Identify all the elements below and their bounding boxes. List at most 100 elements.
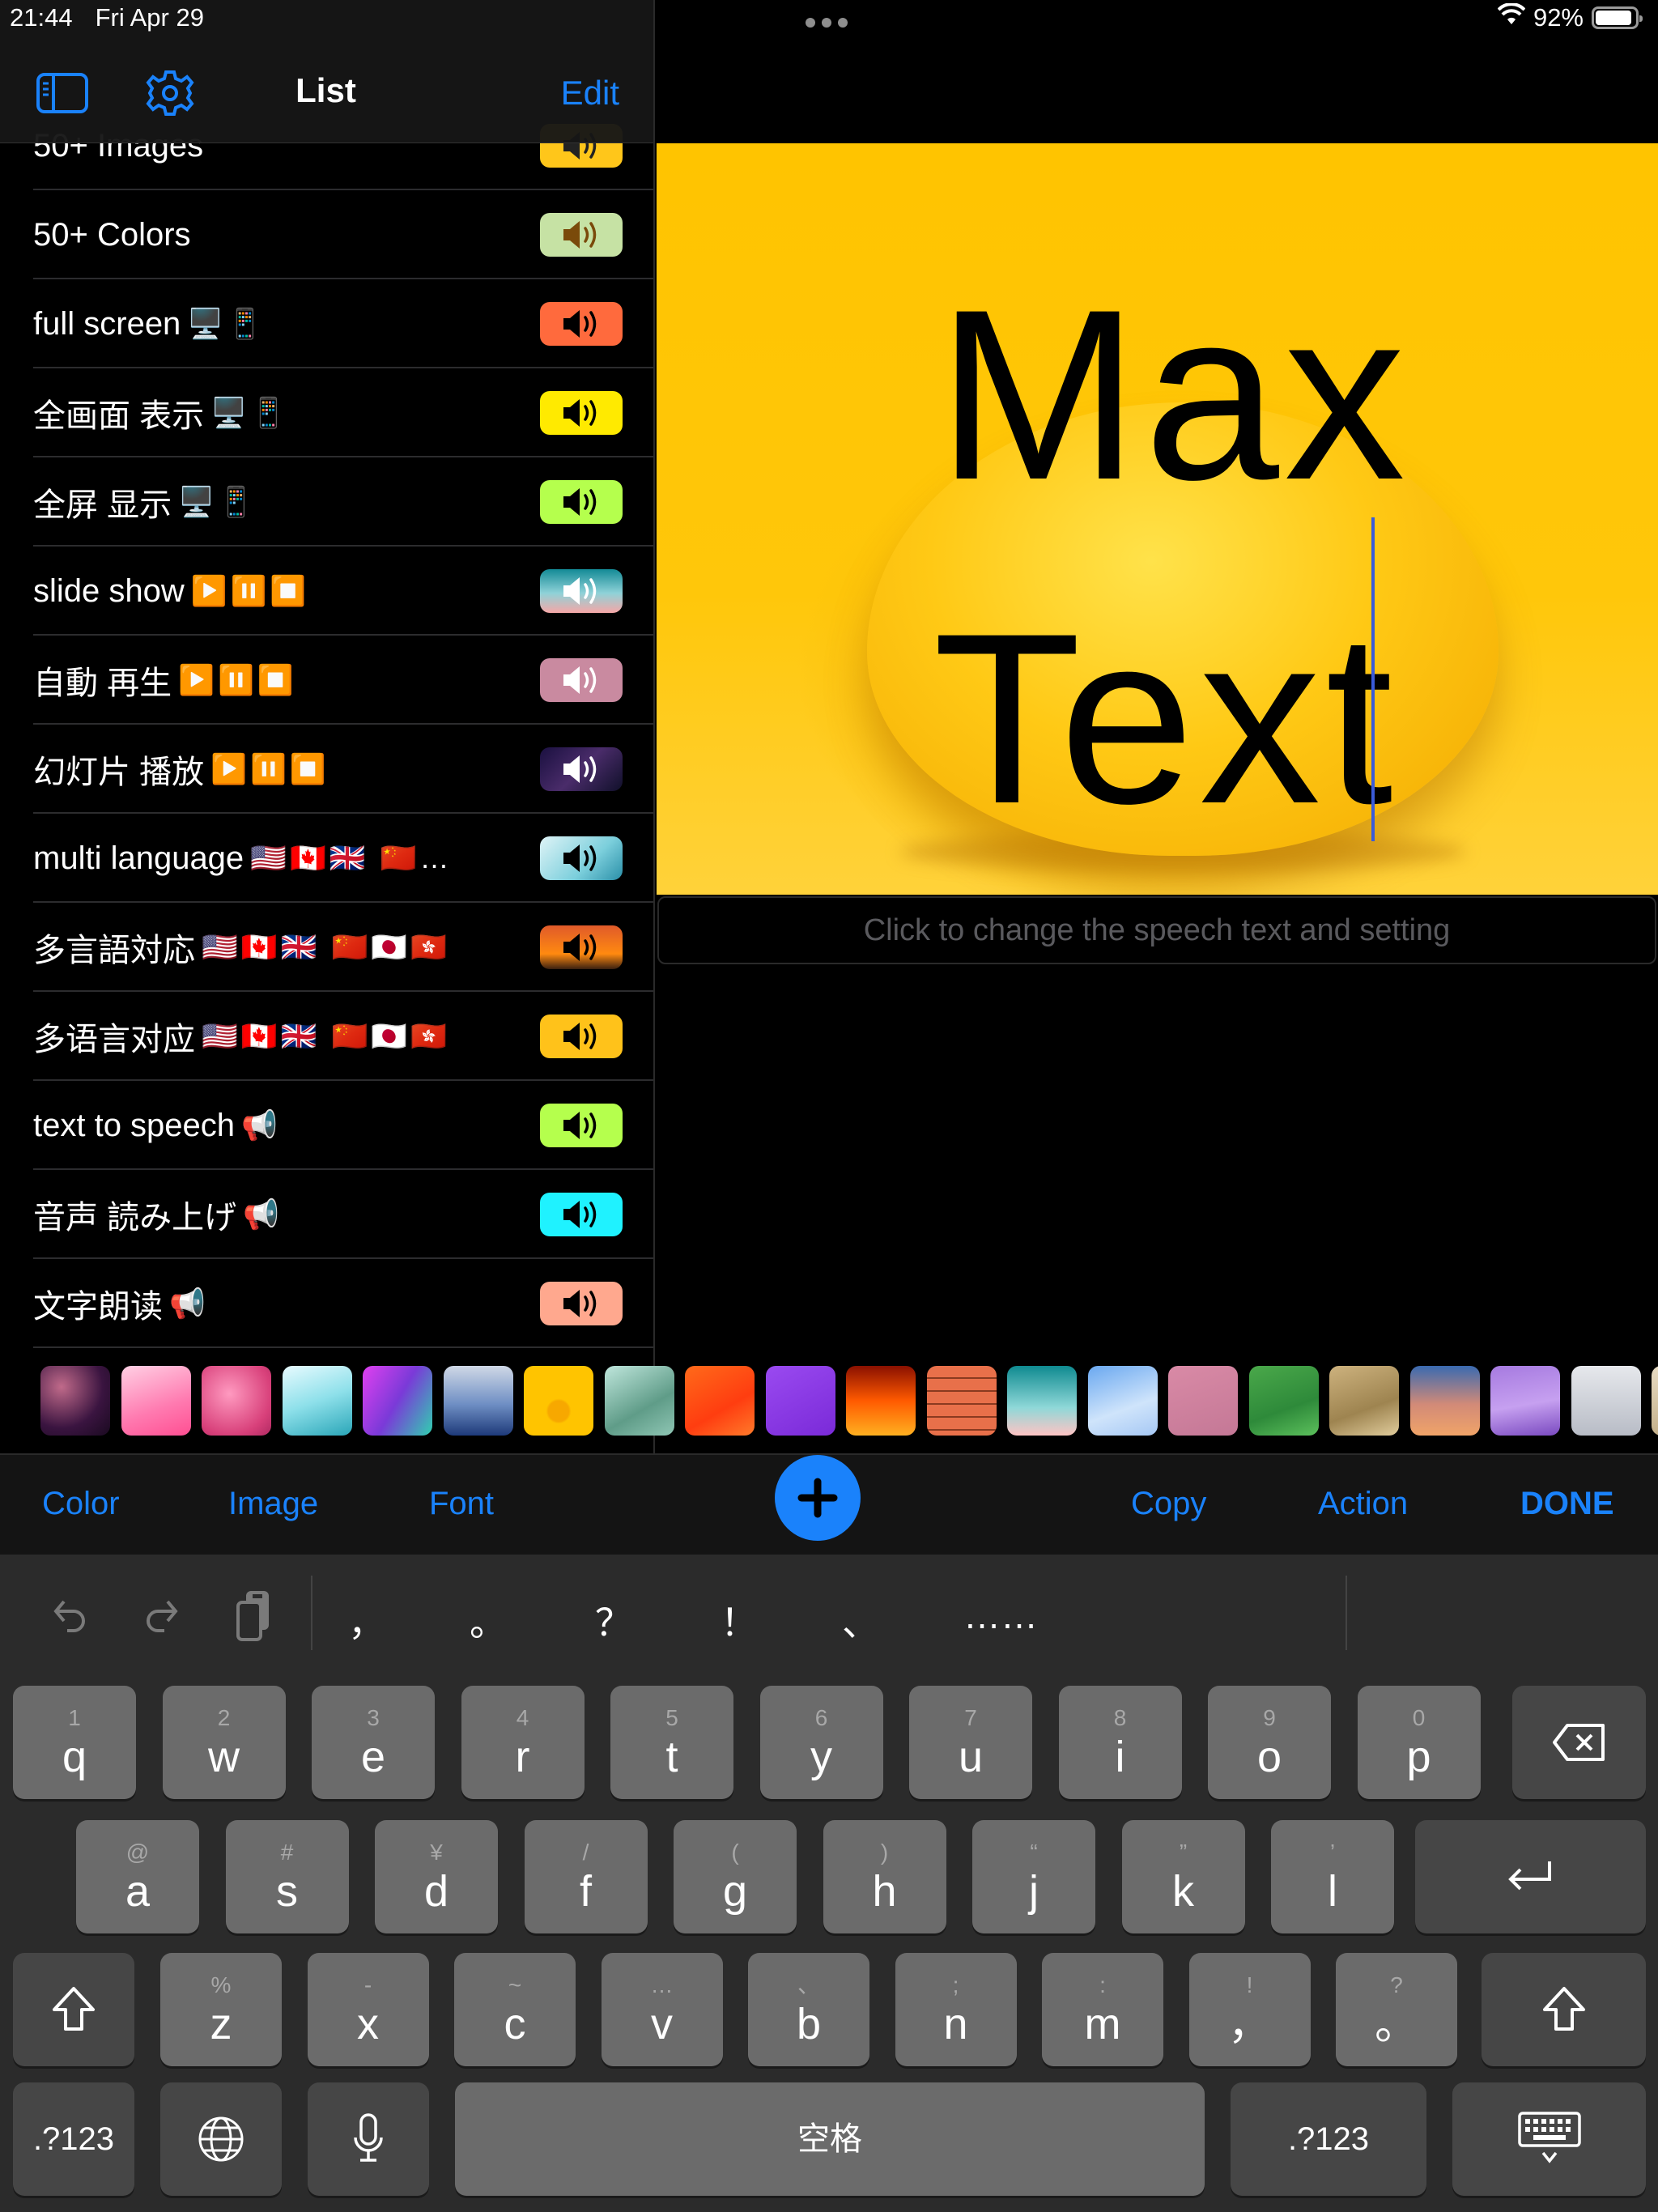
- key-，[interactable]: !，: [1188, 1953, 1311, 2066]
- key-c[interactable]: ~ c: [454, 1953, 576, 2066]
- background-tile-fire[interactable]: [846, 1366, 916, 1436]
- background-tile-partial-tile[interactable]: [1652, 1366, 1658, 1436]
- key-i[interactable]: 8i: [1058, 1686, 1182, 1799]
- background-tile-aqua-water[interactable]: [282, 1366, 352, 1436]
- background-tile-green-marble[interactable]: [604, 1366, 674, 1436]
- key-。[interactable]: ?。: [1336, 1953, 1457, 2066]
- key-w[interactable]: 2w: [162, 1686, 286, 1799]
- punctuation-suggestion[interactable]: ？: [595, 1593, 632, 1647]
- background-tile-orange-lace[interactable]: [685, 1366, 755, 1436]
- speak-button[interactable]: [540, 658, 623, 702]
- list-item[interactable]: text to speech 📢: [0, 1081, 653, 1170]
- key-p[interactable]: 0p: [1357, 1686, 1481, 1799]
- delete-key[interactable]: [1512, 1686, 1646, 1799]
- speak-button[interactable]: [540, 1015, 623, 1058]
- key-n[interactable]: ; n: [895, 1953, 1017, 2066]
- list-item[interactable]: 50+ Colors: [0, 190, 653, 279]
- color-button[interactable]: Color: [42, 1486, 120, 1522]
- punctuation-suggestion[interactable]: ，: [348, 1593, 385, 1647]
- background-tile-gold-glitter[interactable]: [1329, 1366, 1399, 1436]
- list-item[interactable]: 幻灯片 播放 ▶️⏸️⏹️: [0, 725, 653, 814]
- globe-key[interactable]: [160, 2082, 282, 2196]
- key-s[interactable]: # s: [225, 1820, 349, 1933]
- numbers-key-left[interactable]: .?123: [13, 2082, 134, 2196]
- speech-list[interactable]: 50+ Images 50+ Colors full screen 🖥️📱 全画面 表示…: [0, 101, 653, 1348]
- background-tile-cloud-sky[interactable]: [1087, 1366, 1158, 1436]
- key-a[interactable]: @ a: [76, 1820, 199, 1933]
- speak-button[interactable]: [540, 391, 623, 435]
- speak-button[interactable]: [540, 925, 623, 969]
- key-y[interactable]: 6y: [759, 1686, 883, 1799]
- background-tile-polygon-violet[interactable]: [363, 1366, 432, 1436]
- list-item[interactable]: full screen 🖥️📱: [0, 279, 653, 368]
- key-d[interactable]: ¥ d: [375, 1820, 498, 1933]
- key-r[interactable]: 4r: [461, 1686, 585, 1799]
- punctuation-suggestion[interactable]: ……: [963, 1593, 1038, 1637]
- background-tile-bokeh-purple[interactable]: [40, 1366, 110, 1436]
- key-q[interactable]: 1q: [13, 1686, 136, 1799]
- speak-button[interactable]: [540, 480, 623, 524]
- font-button[interactable]: Font: [429, 1486, 494, 1522]
- paste-button[interactable]: [231, 1591, 279, 1641]
- list-item[interactable]: slide show ▶️⏸️⏹️: [0, 547, 653, 636]
- background-tile-purple-texture[interactable]: [765, 1366, 835, 1436]
- image-button[interactable]: Image: [228, 1486, 318, 1522]
- punctuation-suggestion[interactable]: 、: [842, 1593, 879, 1647]
- multitasking-menu-button[interactable]: [806, 18, 848, 28]
- shift-key-right[interactable]: [1482, 1953, 1646, 2066]
- copy-button[interactable]: Copy: [1131, 1486, 1206, 1522]
- speak-button[interactable]: [540, 1193, 623, 1236]
- background-tile-blue-mountains[interactable]: [443, 1366, 513, 1436]
- background-tile-bokeh-pink[interactable]: [202, 1366, 271, 1436]
- background-tile-teal-sky[interactable]: [1007, 1366, 1077, 1436]
- done-button[interactable]: DONE: [1520, 1486, 1614, 1522]
- speak-button[interactable]: [540, 1282, 623, 1325]
- background-tile-heart-sand[interactable]: [1168, 1366, 1238, 1436]
- key-t[interactable]: 5t: [610, 1686, 733, 1799]
- speak-button[interactable]: [540, 569, 623, 613]
- key-m[interactable]: :m: [1042, 1953, 1163, 2066]
- preview-text[interactable]: Max Text: [657, 232, 1658, 880]
- return-key[interactable]: [1415, 1820, 1646, 1933]
- key-l[interactable]: ’ l: [1271, 1820, 1394, 1933]
- numbers-key-right[interactable]: .?123: [1231, 2082, 1426, 2196]
- background-tile-sunset-sky[interactable]: [1409, 1366, 1480, 1436]
- key-k[interactable]: ” k: [1121, 1820, 1245, 1933]
- add-button[interactable]: [775, 1455, 861, 1541]
- key-f[interactable]: / f: [524, 1820, 648, 1933]
- edit-button[interactable]: Edit: [561, 69, 619, 117]
- background-tile-lavender-field[interactable]: [1490, 1366, 1560, 1436]
- speak-button[interactable]: [540, 1104, 623, 1147]
- list-item[interactable]: 多言語対応 🇺🇸🇨🇦🇬🇧 🇨🇳🇯🇵🇭🇰: [0, 903, 653, 992]
- background-image-strip[interactable]: [0, 1342, 1658, 1453]
- key-e[interactable]: 3e: [312, 1686, 435, 1799]
- key-b[interactable]: 、 b: [748, 1953, 869, 2066]
- key-j[interactable]: “j: [972, 1820, 1095, 1933]
- list-item[interactable]: 文字朗读 📢: [0, 1259, 653, 1348]
- speak-button[interactable]: [540, 302, 623, 346]
- list-item[interactable]: 音声 読み上げ 📢: [0, 1170, 653, 1259]
- key-u[interactable]: 7u: [909, 1686, 1032, 1799]
- key-z[interactable]: % z: [160, 1953, 282, 2066]
- speak-button[interactable]: [540, 213, 623, 257]
- space-key[interactable]: 空格: [455, 2082, 1205, 2196]
- list-item[interactable]: 全画面 表示 🖥️📱: [0, 368, 653, 457]
- list-item[interactable]: 多语言对应 🇺🇸🇨🇦🇬🇧 🇨🇳🇯🇵🇭🇰: [0, 992, 653, 1081]
- background-tile-lemon[interactable]: [524, 1366, 593, 1436]
- text-preview[interactable]: Max Text: [657, 143, 1658, 895]
- list-item[interactable]: multi language 🇺🇸🇨🇦🇬🇧 🇨🇳…: [0, 814, 653, 903]
- speak-button[interactable]: [540, 836, 623, 880]
- background-tile-grass[interactable]: [1248, 1366, 1319, 1436]
- list-item[interactable]: 自動 再生 ▶️⏸️⏹️: [0, 636, 653, 725]
- punctuation-suggestion[interactable]: 。: [470, 1593, 507, 1647]
- key-h[interactable]: ) h: [823, 1820, 946, 1933]
- key-o[interactable]: 9o: [1208, 1686, 1331, 1799]
- key-x[interactable]: -x: [307, 1953, 429, 2066]
- background-tile-foggy-road[interactable]: [1571, 1366, 1641, 1436]
- speak-button[interactable]: [540, 747, 623, 791]
- dictation-key[interactable]: [308, 2082, 429, 2196]
- list-item[interactable]: 全屏 显示 🖥️📱: [0, 457, 653, 547]
- redo-button[interactable]: [138, 1591, 186, 1640]
- shift-key-left[interactable]: [13, 1953, 134, 2066]
- action-button[interactable]: Action: [1318, 1486, 1408, 1522]
